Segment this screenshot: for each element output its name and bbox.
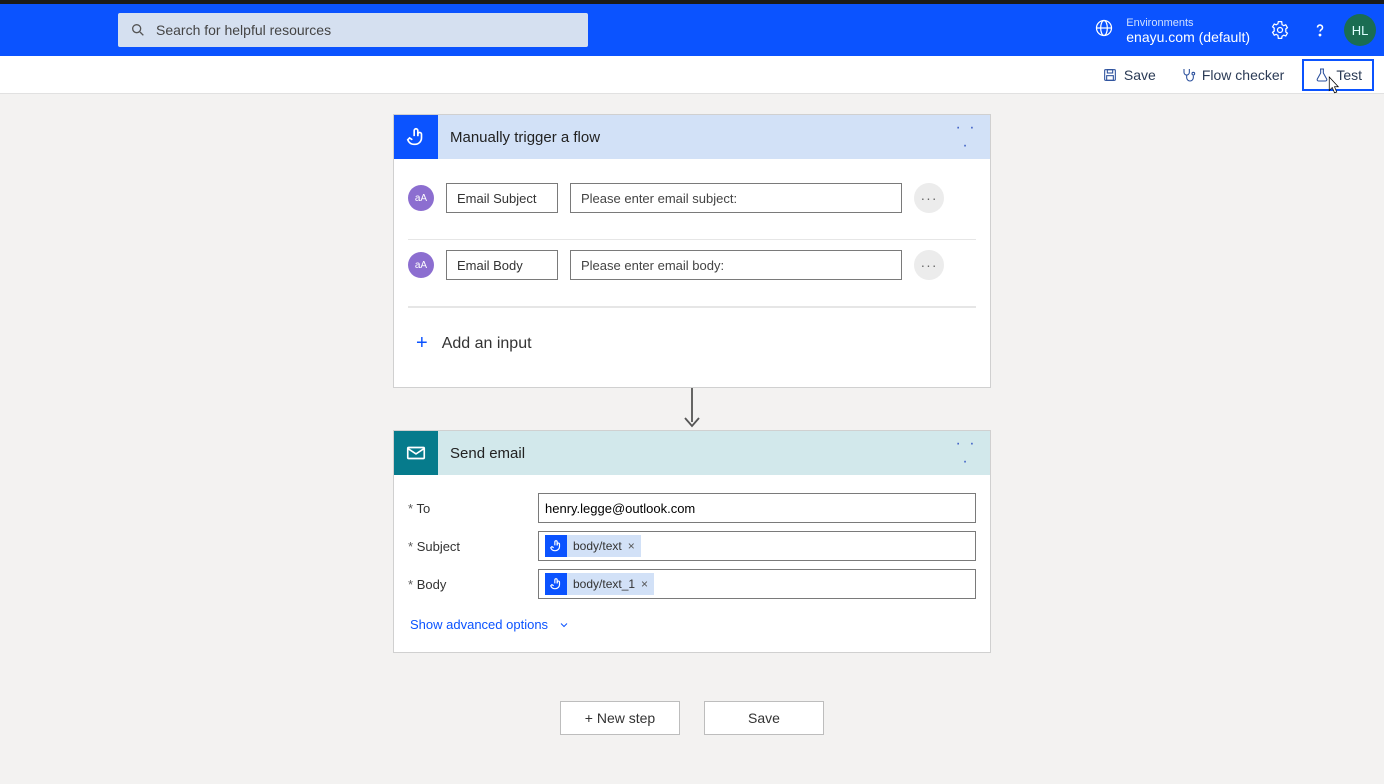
environment-label: Environments	[1126, 16, 1250, 30]
plus-icon: +	[416, 332, 428, 355]
manual-trigger-icon	[545, 573, 567, 595]
trigger-title: Manually trigger a flow	[438, 129, 950, 146]
designer-toolbar: Save Flow checker Test	[0, 56, 1384, 94]
chevron-down-icon	[558, 619, 570, 631]
environment-picker[interactable]: Environments enayu.com (default)	[1094, 16, 1250, 44]
param-name-input[interactable]: Email Body	[446, 250, 558, 280]
to-field-row: * To henry.legge@outlook.com	[408, 489, 976, 527]
gear-icon	[1270, 20, 1290, 40]
dynamic-token[interactable]: body/text ×	[545, 535, 641, 557]
save-button[interactable]: Save	[1096, 63, 1162, 87]
search-input[interactable]: Search for helpful resources	[118, 13, 588, 47]
search-placeholder: Search for helpful resources	[156, 22, 331, 38]
flow-canvas: Manually trigger a flow · · · aA Email S…	[0, 94, 1384, 735]
token-remove-button[interactable]: ×	[641, 577, 648, 591]
send-email-more-button[interactable]: · · ·	[950, 435, 982, 471]
save-icon	[1102, 67, 1118, 83]
param-name-input[interactable]: Email Subject	[446, 183, 558, 213]
advanced-label: Show advanced options	[410, 617, 548, 632]
test-button[interactable]: Test	[1302, 59, 1374, 91]
body-field-row: * Body body/text_1 ×	[408, 565, 976, 603]
trigger-card-header[interactable]: Manually trigger a flow · · ·	[394, 115, 990, 159]
body-input[interactable]: body/text_1 ×	[538, 569, 976, 599]
param-more-button[interactable]: ···	[914, 183, 944, 213]
help-icon	[1310, 20, 1330, 40]
to-label: To	[416, 501, 430, 516]
subject-field-row: * Subject body/text ×	[408, 527, 976, 565]
add-input-label: Add an input	[442, 335, 532, 353]
search-icon	[130, 22, 146, 38]
token-remove-button[interactable]: ×	[628, 539, 635, 553]
dynamic-token[interactable]: body/text_1 ×	[545, 573, 654, 595]
flow-checker-button[interactable]: Flow checker	[1174, 63, 1290, 87]
footer-actions: + New step Save	[393, 701, 991, 735]
settings-button[interactable]	[1260, 10, 1300, 50]
add-input-button[interactable]: + Add an input	[408, 307, 976, 373]
manual-trigger-icon	[545, 535, 567, 557]
trigger-param-row: aA Email Subject Please enter email subj…	[408, 173, 976, 240]
trigger-param-row: aA Email Body Please enter email body: ·…	[408, 240, 976, 307]
send-email-title: Send email	[438, 445, 950, 462]
text-type-icon: aA	[408, 252, 434, 278]
trigger-more-button[interactable]: · · ·	[950, 119, 982, 155]
new-step-button[interactable]: + New step	[560, 701, 680, 735]
environment-value: enayu.com (default)	[1126, 30, 1250, 44]
user-avatar[interactable]: HL	[1344, 14, 1376, 46]
arrow-down-icon	[682, 388, 702, 430]
globe-icon	[1094, 18, 1114, 43]
trigger-card: Manually trigger a flow · · · aA Email S…	[393, 114, 991, 388]
subject-label: Subject	[417, 539, 460, 554]
text-type-icon: aA	[408, 185, 434, 211]
token-text: body/text	[573, 539, 622, 553]
email-icon	[394, 431, 438, 475]
to-input[interactable]: henry.legge@outlook.com	[538, 493, 976, 523]
param-more-button[interactable]: ···	[914, 250, 944, 280]
save-flow-button[interactable]: Save	[704, 701, 824, 735]
flow-checker-label: Flow checker	[1202, 67, 1284, 83]
app-header: Search for helpful resources Environment…	[0, 4, 1384, 56]
token-text: body/text_1	[573, 577, 635, 591]
show-advanced-options[interactable]: Show advanced options	[408, 603, 976, 638]
send-email-card: Send email · · · * To henry.legge@outloo…	[393, 430, 991, 653]
connector-arrow[interactable]	[393, 388, 991, 430]
body-label: Body	[417, 577, 447, 592]
save-label: Save	[1124, 67, 1156, 83]
stethoscope-icon	[1180, 67, 1196, 83]
param-placeholder-input[interactable]: Please enter email body:	[570, 250, 902, 280]
send-email-header[interactable]: Send email · · ·	[394, 431, 990, 475]
param-placeholder-input[interactable]: Please enter email subject:	[570, 183, 902, 213]
subject-input[interactable]: body/text ×	[538, 531, 976, 561]
help-button[interactable]	[1300, 10, 1340, 50]
manual-trigger-icon	[394, 115, 438, 159]
